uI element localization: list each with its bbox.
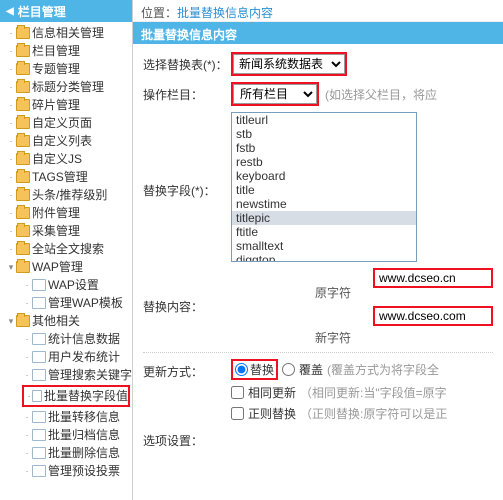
label-field: 替换字段(*)： (143, 112, 231, 199)
field-listbox[interactable]: titleurlstbfstbrestbkeyboardtitlenewstim… (231, 112, 417, 262)
tree-item[interactable]: ·WAP设置 (20, 276, 132, 294)
tree-item[interactable]: ·统计信息数据 (20, 330, 132, 348)
old-char-label: 原字符 (315, 284, 359, 301)
sidebar-header: ◀ 栏目管理 (0, 0, 132, 22)
tree-item[interactable]: ·自定义JS (4, 150, 132, 168)
column-hint: (如选择父栏目，将应 (325, 86, 437, 103)
radio-overwrite[interactable] (282, 363, 295, 376)
chk-regex[interactable] (231, 407, 244, 420)
field-option[interactable]: restb (232, 155, 416, 169)
tree-item[interactable]: ·头条/推荐级别 (4, 186, 132, 204)
tree-item[interactable]: ·TAGS管理 (4, 168, 132, 186)
tree-item[interactable]: ▾WAP管理 (4, 258, 132, 276)
breadcrumb: 位置：批量替换信息内容 (133, 0, 503, 22)
tree-item[interactable]: ·批量转移信息 (20, 408, 132, 426)
sidebar: ◀ 栏目管理 ·信息相关管理·栏目管理·专题管理·标题分类管理·碎片管理·自定义… (0, 0, 133, 500)
tree-item[interactable]: ·管理WAP模板 (20, 294, 132, 312)
label-column: 操作栏目： (143, 82, 231, 103)
new-char-input[interactable] (373, 306, 493, 326)
tree-item[interactable]: ·专题管理 (4, 60, 132, 78)
select-table[interactable]: 新闻系统数据表 (233, 54, 345, 74)
field-option[interactable]: newstime (232, 197, 416, 211)
field-option[interactable]: stb (232, 127, 416, 141)
new-char-label: 新字符 (315, 329, 359, 346)
field-option[interactable]: title (232, 183, 416, 197)
field-option[interactable]: titlepic (232, 211, 416, 225)
tree-item[interactable]: ·栏目管理 (4, 42, 132, 60)
tree-item[interactable]: ·全站全文搜索 (4, 240, 132, 258)
field-option[interactable]: keyboard (232, 169, 416, 183)
nav-tree: ·信息相关管理·栏目管理·专题管理·标题分类管理·碎片管理·自定义页面·自定义列… (0, 22, 132, 482)
tree-item[interactable]: ·自定义页面 (4, 114, 132, 132)
tree-item[interactable]: ·标题分类管理 (4, 78, 132, 96)
label-content: 替换内容： (143, 268, 231, 315)
tree-item[interactable]: ·自定义列表 (4, 132, 132, 150)
tree-item[interactable]: ▾其他相关 (4, 312, 132, 330)
tree-item[interactable]: ·批量删除信息 (20, 444, 132, 462)
radio-replace[interactable] (235, 363, 248, 376)
label-options: 选项设置： (143, 428, 231, 449)
tree-item[interactable]: ·附件管理 (4, 204, 132, 222)
chk-same-update[interactable] (231, 386, 244, 399)
panel-title: 批量替换信息内容 (133, 22, 503, 44)
tree-item[interactable]: ·批量归档信息 (20, 426, 132, 444)
tree-item[interactable]: ·采集管理 (4, 222, 132, 240)
field-option[interactable]: ftitle (232, 225, 416, 239)
main: 位置：批量替换信息内容 批量替换信息内容 选择替换表(*)： 新闻系统数据表 操… (133, 0, 503, 500)
sidebar-title: 栏目管理 (18, 3, 66, 20)
field-option[interactable]: titleurl (232, 113, 416, 127)
collapse-icon[interactable]: ◀ (6, 6, 14, 17)
tree-item[interactable]: ·批量替换字段值 (22, 385, 130, 407)
field-option[interactable]: fstb (232, 141, 416, 155)
tree-item[interactable]: ·用户发布统计 (20, 348, 132, 366)
label-select-table: 选择替换表(*)： (143, 52, 231, 73)
field-option[interactable]: smalltext (232, 239, 416, 253)
tree-item[interactable]: ·信息相关管理 (4, 24, 132, 42)
select-column[interactable]: 所有栏目 (233, 84, 317, 104)
crumb-link[interactable]: 批量替换信息内容 (177, 6, 273, 20)
form: 选择替换表(*)： 新闻系统数据表 操作栏目： 所有栏目 (133, 44, 503, 463)
tree-item[interactable]: ·管理预设投票 (20, 462, 132, 480)
old-char-input[interactable] (373, 268, 493, 288)
tree-item[interactable]: ·管理搜索关键字 (20, 366, 132, 384)
tree-item[interactable]: ·碎片管理 (4, 96, 132, 114)
label-update: 更新方式： (143, 359, 231, 380)
field-option[interactable]: diggtop (232, 253, 416, 262)
